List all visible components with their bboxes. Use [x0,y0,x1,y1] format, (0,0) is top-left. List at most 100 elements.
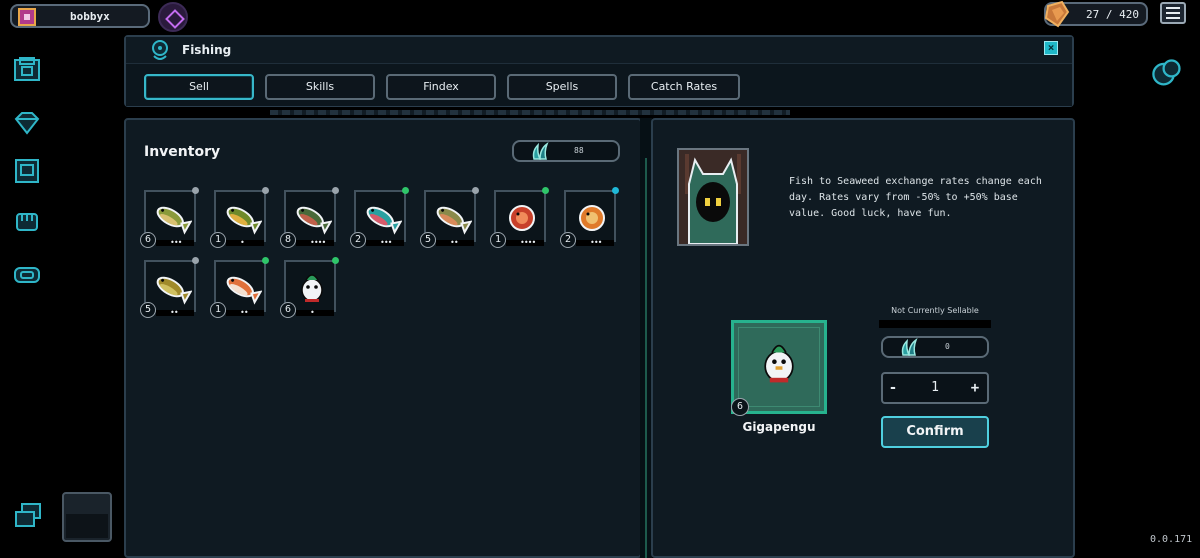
merchant-dialogue: Fish to Seaweed exchange rates change ea… [789,176,1042,219]
friends-icon[interactable] [1150,56,1184,90]
rarity-dot [262,257,269,264]
rarity-dot [192,257,199,264]
quest-board-icon[interactable] [12,156,42,186]
fishing-icon [152,40,168,60]
quality-dots: • [240,238,245,247]
quality-dots: • [310,308,315,317]
fish-green-yellow-icon [226,206,262,235]
quality-bar: •••• [296,238,334,247]
quantity-stepper: - 1 + [881,372,989,404]
user-profile-pill[interactable]: bobbyx [10,4,150,28]
tab-findex[interactable]: Findex [386,74,496,100]
tab-catch-rates[interactable]: Catch Rates [628,74,740,100]
energy-counter[interactable]: 27 / 420 [1044,0,1148,28]
version-label: 0.0.171 [1150,534,1193,545]
link-icon[interactable] [12,260,42,290]
quality-bar: • [296,308,334,317]
sell-price: 0 [881,336,989,358]
inventory-slot[interactable]: • 1 [210,187,269,248]
seaweed-icon [901,337,918,356]
item-count: 6 [280,302,296,318]
inventory-slot[interactable]: •••• 8 [280,187,339,248]
inventory-panel: Inventory 88 ••• 6 • 1 •••• 8 ••• 2 •• 5 •••• 1 ••• 2… [124,118,642,558]
selected-item-name: Gigapengu [742,420,816,434]
chat-preview-box[interactable] [62,492,112,542]
sell-status-label: Not Currently Sellable [891,306,979,315]
inventory-slot[interactable]: •••• 1 [490,187,549,248]
energy-text: 27 / 420 [1086,8,1139,21]
close-button[interactable]: × [1044,41,1058,55]
quality-bar: •• [156,308,194,317]
energy-crystal-icon [1044,0,1070,28]
merchant-portrait [677,148,749,246]
quality-bar: • [226,238,264,247]
rarity-dot [332,187,339,194]
inventory-slot[interactable]: • 6 [280,257,339,318]
quality-bar: •• [226,308,264,317]
item-count: 8 [280,232,296,248]
quality-bar: ••• [366,238,404,247]
rarity-dot [402,187,409,194]
tab-spells[interactable]: Spells [507,74,617,100]
item-count: 2 [560,232,576,248]
fish-teal-icon [366,206,402,235]
item-count: 5 [140,302,156,318]
sell-status-bar [879,320,991,328]
quality-dots: ••• [170,238,182,247]
username: bobbyx [70,10,110,23]
window-title: Fishing [182,43,232,57]
inventory-chest-icon[interactable] [12,55,42,85]
fish-clownfish-icon [226,276,262,305]
quality-dots: •• [450,238,459,247]
fish-olive-icon [156,206,192,235]
fish-orange-puffer-icon [579,205,605,231]
avatar [18,8,36,26]
rarity-dot [192,187,199,194]
hamburger-menu-button[interactable] [1160,2,1186,24]
gem-icon[interactable] [12,108,42,138]
quality-dots: •••• [310,238,326,247]
chat-bubble-icon[interactable] [14,500,44,530]
fish-dark-green-icon [296,206,332,235]
item-count: 6 [140,232,156,248]
quality-dots: ••• [590,238,602,247]
item-count: 1 [210,232,226,248]
increase-button[interactable]: + [967,380,983,396]
fish-trout-icon [436,206,472,235]
inventory-slot[interactable]: ••• 2 [560,187,619,248]
seaweed-balance: 88 [512,140,620,162]
quality-bar: ••• [156,238,194,247]
hooded-merchant-icon [679,150,747,245]
inventory-slot[interactable]: •• 1 [210,257,269,318]
inventory-slot[interactable]: •• 5 [420,187,479,248]
confirm-button[interactable]: Confirm [881,416,989,448]
window-title-bar: Fishing × [126,37,1072,63]
quality-bar: •• [436,238,474,247]
inventory-title: Inventory [144,144,221,160]
item-count: 1 [490,232,506,248]
gigapengu-icon [301,274,323,302]
item-count: 1 [210,302,226,318]
sell-panel: Fish to Seaweed exchange rates change ea… [651,118,1075,558]
fish-red-shrimp-icon [509,205,535,231]
quality-dots: •••• [520,238,536,247]
item-count: 2 [350,232,366,248]
decrease-button[interactable]: - [885,380,901,396]
quantity-value[interactable]: 1 [923,380,947,395]
rarity-dot [472,187,479,194]
inventory-slot[interactable]: ••• 2 [350,187,409,248]
quality-bar: ••• [576,238,614,247]
quality-dots: •• [240,308,249,317]
inventory-slot[interactable]: ••• 6 [140,187,199,248]
tab-skills[interactable]: Skills [265,74,375,100]
tab-sell[interactable]: Sell [144,74,254,100]
selected-item-count: 6 [731,398,749,416]
item-count: 5 [420,232,436,248]
fist-icon[interactable] [12,206,42,236]
guild-rune-icon[interactable] [158,2,188,32]
inventory-slot[interactable]: •• 5 [140,257,199,318]
gigapengu-icon [764,344,794,383]
rarity-dot [612,187,619,194]
seaweed-amount: 88 [574,146,584,155]
quality-bar: •••• [506,238,544,247]
